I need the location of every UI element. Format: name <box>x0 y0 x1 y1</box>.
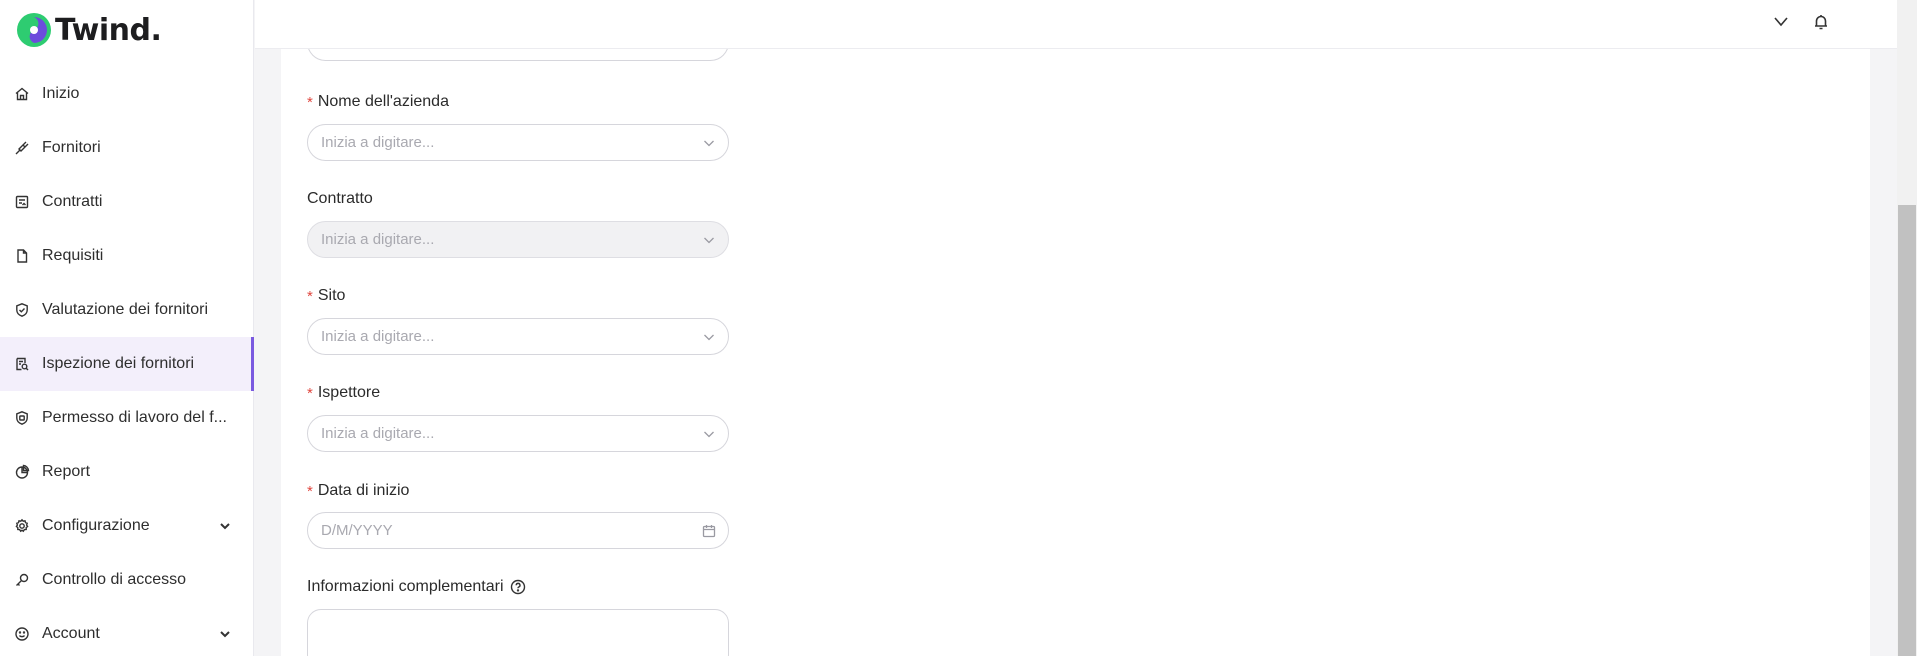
site-select[interactable]: Inizia a digitare... <box>307 318 729 355</box>
sidebar: Twind. Inizio Fornitori Contratti Requis… <box>0 0 254 656</box>
sidebar-item-permesso[interactable]: Permesso di lavoro del f... <box>0 391 254 445</box>
help-circle-icon[interactable] <box>510 579 526 595</box>
field-contract: Contratto Inizia a digitare... <box>307 189 729 258</box>
field-label: * Data di inizio <box>307 481 729 501</box>
additional-info-label: Informazioni complementari <box>307 578 504 595</box>
required-marker: * <box>307 93 313 111</box>
contract-label: Contratto <box>307 190 373 207</box>
logo-mark-icon <box>15 11 53 49</box>
sidebar-item-label: Inizio <box>42 85 80 102</box>
chevron-down-icon[interactable] <box>218 519 232 538</box>
inspect-icon <box>14 356 30 372</box>
plug-icon <box>14 140 30 156</box>
sidebar-nav: Inizio Fornitori Contratti Requisiti Val… <box>0 67 254 656</box>
chevron-down-icon[interactable] <box>218 627 232 646</box>
shield-check-icon <box>14 302 30 318</box>
sidebar-item-label: Contratti <box>42 193 103 210</box>
required-marker: * <box>307 287 313 305</box>
chevron-down-icon <box>702 427 716 441</box>
sidebar-item-label: Report <box>42 463 91 480</box>
field-inspector: * Ispettore Inizia a digitare... <box>307 383 729 452</box>
sidebar-item-label: Account <box>42 625 100 642</box>
additional-info-textarea[interactable] <box>307 609 729 656</box>
contract-icon <box>14 194 30 210</box>
start-date-placeholder: D/M/YYYY <box>321 522 393 539</box>
scrollbar-thumb[interactable] <box>1898 205 1916 656</box>
key-icon <box>14 572 30 588</box>
chevron-down-icon <box>702 233 716 247</box>
sidebar-item-contratti[interactable]: Contratti <box>0 175 254 229</box>
bell-icon[interactable] <box>1812 13 1832 33</box>
chevron-down-icon <box>702 330 716 344</box>
field-label: * Sito <box>307 286 729 306</box>
sidebar-item-label: Controllo di accesso <box>42 571 187 588</box>
company-name-placeholder: Inizia a digitare... <box>321 134 435 151</box>
brand-name: Twind. <box>55 12 162 48</box>
start-date-label: Data di inizio <box>317 482 410 499</box>
sidebar-item-configurazione[interactable]: Configurazione <box>0 499 254 553</box>
start-date-picker[interactable]: D/M/YYYY <box>307 512 729 549</box>
sidebar-item-controllo-accesso[interactable]: Controllo di accesso <box>0 553 254 607</box>
home-icon <box>14 86 30 102</box>
sidebar-item-account[interactable]: Account <box>0 607 254 656</box>
field-start-date: * Data di inizio D/M/YYYY <box>307 481 729 549</box>
sidebar-item-inizio[interactable]: Inizio <box>0 67 254 121</box>
contract-placeholder: Inizia a digitare... <box>321 231 435 248</box>
shield-badge-icon <box>14 410 30 426</box>
sidebar-item-ispezione[interactable]: Ispezione dei fornitori <box>0 337 254 391</box>
site-label: Sito <box>317 287 346 304</box>
field-additional-info: Informazioni complementari <box>307 577 729 656</box>
field-site: * Sito Inizia a digitare... <box>307 286 729 355</box>
required-marker: * <box>307 482 313 500</box>
sidebar-item-label: Permesso di lavoro del f... <box>42 409 227 426</box>
pie-chart-icon <box>14 464 30 480</box>
required-marker: * <box>307 384 313 402</box>
field-label: Contratto <box>307 189 729 209</box>
site-placeholder: Inizia a digitare... <box>321 328 435 345</box>
app-logo[interactable]: Twind. <box>15 11 162 49</box>
chevron-down-icon <box>702 136 716 150</box>
file-icon <box>14 248 30 264</box>
chevron-down-icon[interactable] <box>1772 13 1792 33</box>
sidebar-item-label: Configurazione <box>42 517 150 534</box>
gear-icon <box>14 518 30 534</box>
sidebar-item-report[interactable]: Report <box>0 445 254 499</box>
sidebar-item-label: Valutazione dei fornitori <box>42 301 209 318</box>
inspector-placeholder: Inizia a digitare... <box>321 425 435 442</box>
sidebar-item-valutazione[interactable]: Valutazione dei fornitori <box>0 283 254 337</box>
inspector-select[interactable]: Inizia a digitare... <box>307 415 729 452</box>
sidebar-item-label: Fornitori <box>42 139 101 156</box>
calendar-icon[interactable] <box>702 524 716 538</box>
company-name-label: Nome dell'azienda <box>317 93 449 110</box>
sidebar-item-label: Requisiti <box>42 247 104 264</box>
inspector-label: Ispettore <box>317 384 381 401</box>
sidebar-item-requisiti[interactable]: Requisiti <box>0 229 254 283</box>
company-name-select[interactable]: Inizia a digitare... <box>307 124 729 161</box>
sidebar-item-label: Ispezione dei fornitori <box>42 355 195 372</box>
field-label: * Nome dell'azienda <box>307 92 729 112</box>
contract-select: Inizia a digitare... <box>307 221 729 258</box>
top-bar-cover <box>255 0 1897 49</box>
field-label: Informazioni complementari <box>307 577 729 597</box>
field-company-name: * Nome dell'azienda Inizia a digitare... <box>307 92 729 161</box>
smile-icon <box>14 626 30 642</box>
field-label: * Ispettore <box>307 383 729 403</box>
sidebar-item-fornitori[interactable]: Fornitori <box>0 121 254 175</box>
